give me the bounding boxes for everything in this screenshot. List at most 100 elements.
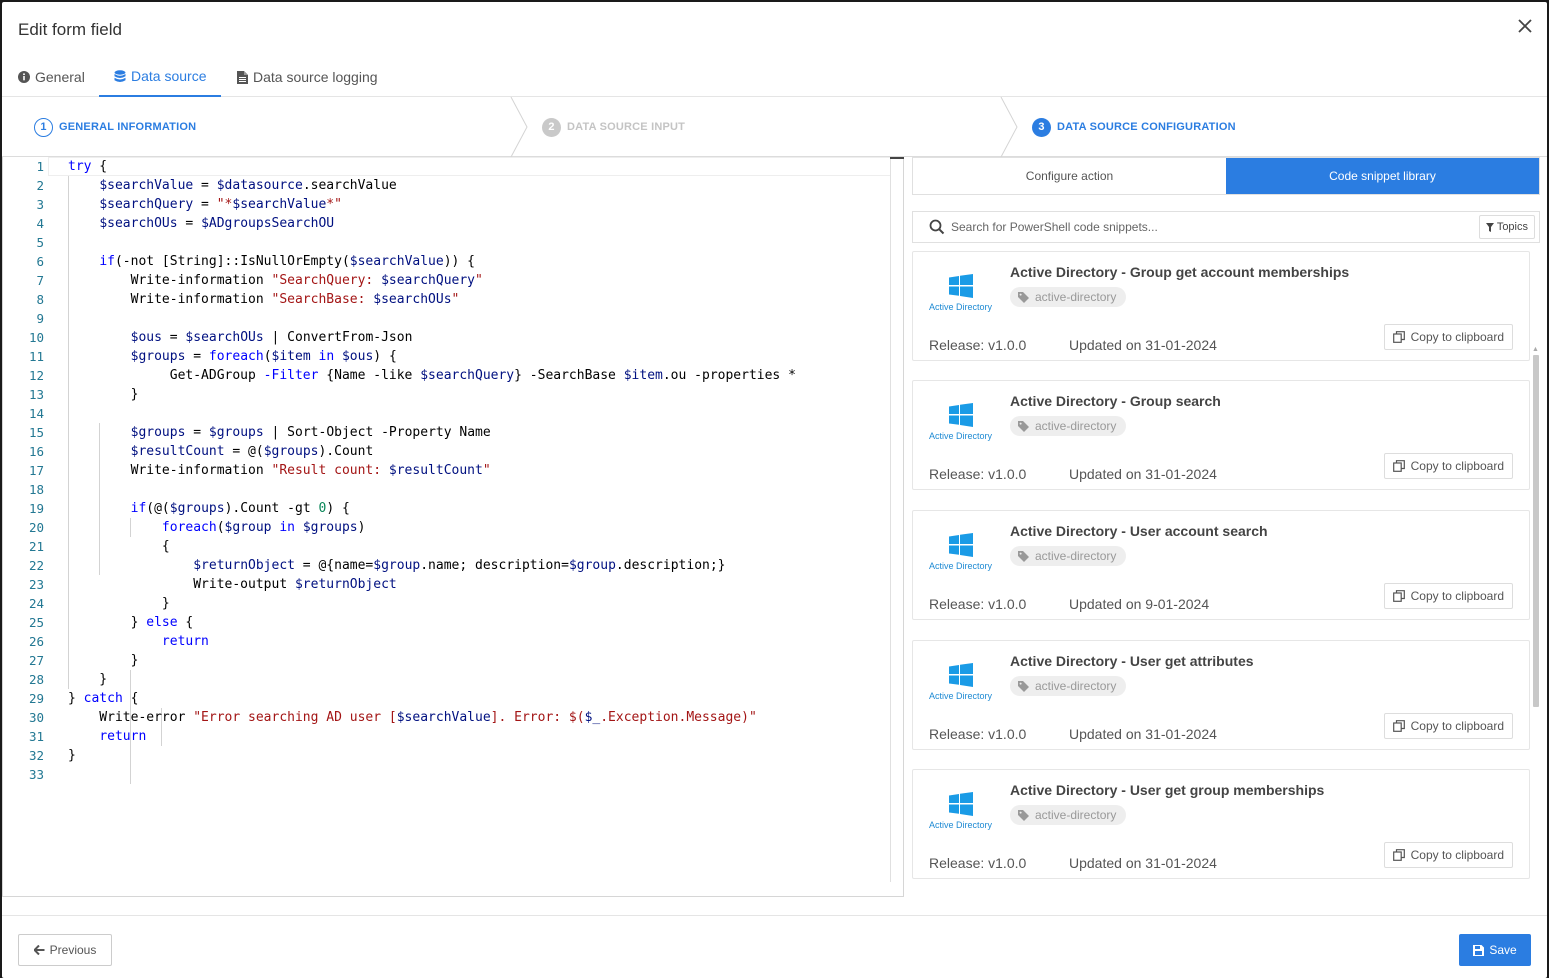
snippet-card[interactable]: Active Directory Active Directory - User …: [912, 640, 1530, 750]
code-line: if(@($groups).Count -gt 0) {: [130, 501, 350, 516]
line-number-gutter: 1 2 3 4 5 6 7 8 9 10 11 12 13 14 15 16 17 18 19 20 21 22 23 24 2…: [3, 157, 48, 896]
editor-scrollbar[interactable]: [890, 157, 891, 882]
step-data-source-configuration[interactable]: 3 DATA SOURCE CONFIGURATION: [1032, 97, 1236, 157]
snippet-panel: Configure action Code snippet library To…: [912, 157, 1542, 897]
line-number: 30: [28, 710, 44, 725]
line-number: 28: [28, 672, 44, 687]
code-line: }: [68, 748, 76, 763]
snippet-title[interactable]: Active Directory - User account search: [1010, 523, 1268, 539]
line-number: 31: [28, 729, 44, 744]
line-number: 32: [28, 748, 44, 763]
tag-icon: [1018, 680, 1029, 692]
copy-to-clipboard-button[interactable]: Copy to clipboard: [1383, 324, 1513, 350]
copy-to-clipboard-button[interactable]: Copy to clipboard: [1383, 583, 1513, 609]
tag-badge[interactable]: active-directory: [1010, 805, 1127, 825]
close-icon[interactable]: [1513, 14, 1537, 38]
code-editor[interactable]: 1 2 3 4 5 6 7 8 9 10 11 12 13 14 15 16 17 18 19 20 21 22 23 24 2…: [2, 157, 904, 897]
copy-to-clipboard-button[interactable]: Copy to clipboard: [1383, 453, 1513, 479]
line-number: 14: [28, 406, 44, 421]
line-number: 4: [36, 216, 44, 231]
tab-data-source[interactable]: Data source: [99, 57, 222, 97]
tag-label: active-directory: [1035, 679, 1117, 693]
edit-form-field-modal: Edit form field General Data source Data…: [2, 2, 1547, 978]
logo-text: Active Directory: [929, 431, 993, 441]
logo-text: Active Directory: [929, 820, 993, 830]
step-data-source-input[interactable]: 2 DATA SOURCE INPUT: [542, 97, 685, 157]
snippet-card[interactable]: Active Directory Active Directory - Group…: [912, 251, 1530, 361]
line-number: 18: [28, 482, 44, 497]
file-icon: [237, 70, 248, 84]
tag-icon: [1018, 550, 1029, 562]
snippet-title[interactable]: Active Directory - Group get account mem…: [1010, 264, 1349, 280]
tab-bar: General Data source Data source logging: [2, 57, 1547, 97]
save-button[interactable]: Save: [1459, 934, 1531, 966]
line-number: 8: [36, 292, 44, 307]
tag-badge[interactable]: active-directory: [1010, 416, 1127, 436]
tag-badge[interactable]: active-directory: [1010, 546, 1127, 566]
code-snippet-library-button[interactable]: Code snippet library: [1226, 158, 1539, 194]
snippet-card[interactable]: Active Directory Active Directory - User …: [912, 769, 1530, 879]
line-number: 7: [36, 273, 44, 288]
copy-to-clipboard-button[interactable]: Copy to clipboard: [1383, 713, 1513, 739]
line-number: 27: [28, 653, 44, 668]
snippet-release: Release: v1.0.0: [929, 466, 1027, 482]
line-number: 25: [28, 615, 44, 630]
code-line: }: [68, 672, 108, 687]
copy-label: Copy to clipboard: [1410, 719, 1504, 733]
snippet-updated: Updated on 9-01-2024: [1069, 596, 1210, 612]
code-line: return: [99, 729, 147, 744]
line-number: 3: [36, 197, 44, 212]
copy-icon: [1392, 590, 1405, 602]
previous-button[interactable]: Previous: [18, 934, 112, 966]
step-general-information[interactable]: 1 GENERAL INFORMATION: [34, 97, 196, 157]
snippet-card[interactable]: Active Directory Active Directory - Group…: [912, 380, 1530, 490]
snippet-list-scrollbar[interactable]: [1533, 355, 1539, 707]
snippet-title[interactable]: Active Directory - Group search: [1010, 393, 1221, 409]
line-number: 19: [28, 501, 44, 516]
snippet-title[interactable]: Active Directory - User get group member…: [1010, 782, 1324, 798]
scroll-up-icon[interactable]: ▲: [1532, 346, 1539, 353]
line-number: 12: [28, 368, 44, 383]
save-label: Save: [1489, 943, 1517, 957]
snippet-title[interactable]: Active Directory - User get attributes: [1010, 653, 1254, 669]
snippet-search-input[interactable]: [945, 212, 1479, 242]
snippet-updated: Updated on 31-01-2024: [1069, 466, 1217, 482]
tag-badge[interactable]: active-directory: [1010, 287, 1127, 307]
topics-filter-button[interactable]: Topics: [1478, 215, 1535, 239]
line-number: 16: [28, 444, 44, 459]
line-number: 2: [36, 178, 44, 193]
line-number: 22: [28, 558, 44, 573]
code-line: $searchValue = $datasource.searchValue: [99, 178, 397, 193]
tab-data-source-logging[interactable]: Data source logging: [237, 57, 378, 97]
windows-logo-icon: [949, 792, 973, 816]
copy-label: Copy to clipboard: [1410, 848, 1504, 862]
code-line: return: [161, 634, 209, 649]
line-number: 15: [28, 425, 44, 440]
code-line: $groups = foreach($item in $ous) {: [130, 349, 397, 364]
copy-label: Copy to clipboard: [1410, 459, 1504, 473]
active-directory-logo: Active Directory: [929, 792, 995, 832]
step-separator-icon: [1000, 97, 1018, 157]
code-line: $ous = $searchOUs | ConvertFrom-Json: [130, 330, 413, 345]
code-content[interactable]: try { $searchValue = $datasource.searchV…: [68, 157, 890, 882]
code-line: foreach($group in $groups): [161, 520, 366, 535]
tag-badge[interactable]: active-directory: [1010, 676, 1127, 696]
search-icon: [929, 219, 945, 235]
editor-scrollbar-thumb[interactable]: [890, 157, 904, 159]
line-number: 5: [36, 235, 44, 250]
copy-label: Copy to clipboard: [1410, 589, 1504, 603]
line-number: 21: [28, 539, 44, 554]
step-label: DATA SOURCE INPUT: [567, 121, 686, 133]
tag-icon: [1018, 420, 1029, 432]
snippet-card[interactable]: Active Directory Active Directory - User …: [912, 510, 1530, 620]
copy-to-clipboard-button[interactable]: Copy to clipboard: [1383, 842, 1513, 868]
configure-action-button[interactable]: Configure action: [913, 158, 1226, 194]
snippet-release: Release: v1.0.0: [929, 726, 1027, 742]
tab-general[interactable]: General: [18, 57, 85, 97]
code-line: } catch {: [68, 691, 139, 706]
save-icon: [1473, 944, 1485, 956]
snippet-release: Release: v1.0.0: [929, 855, 1027, 871]
code-line: if(-not [String]::IsNullOrEmpty($searchV…: [99, 254, 476, 269]
